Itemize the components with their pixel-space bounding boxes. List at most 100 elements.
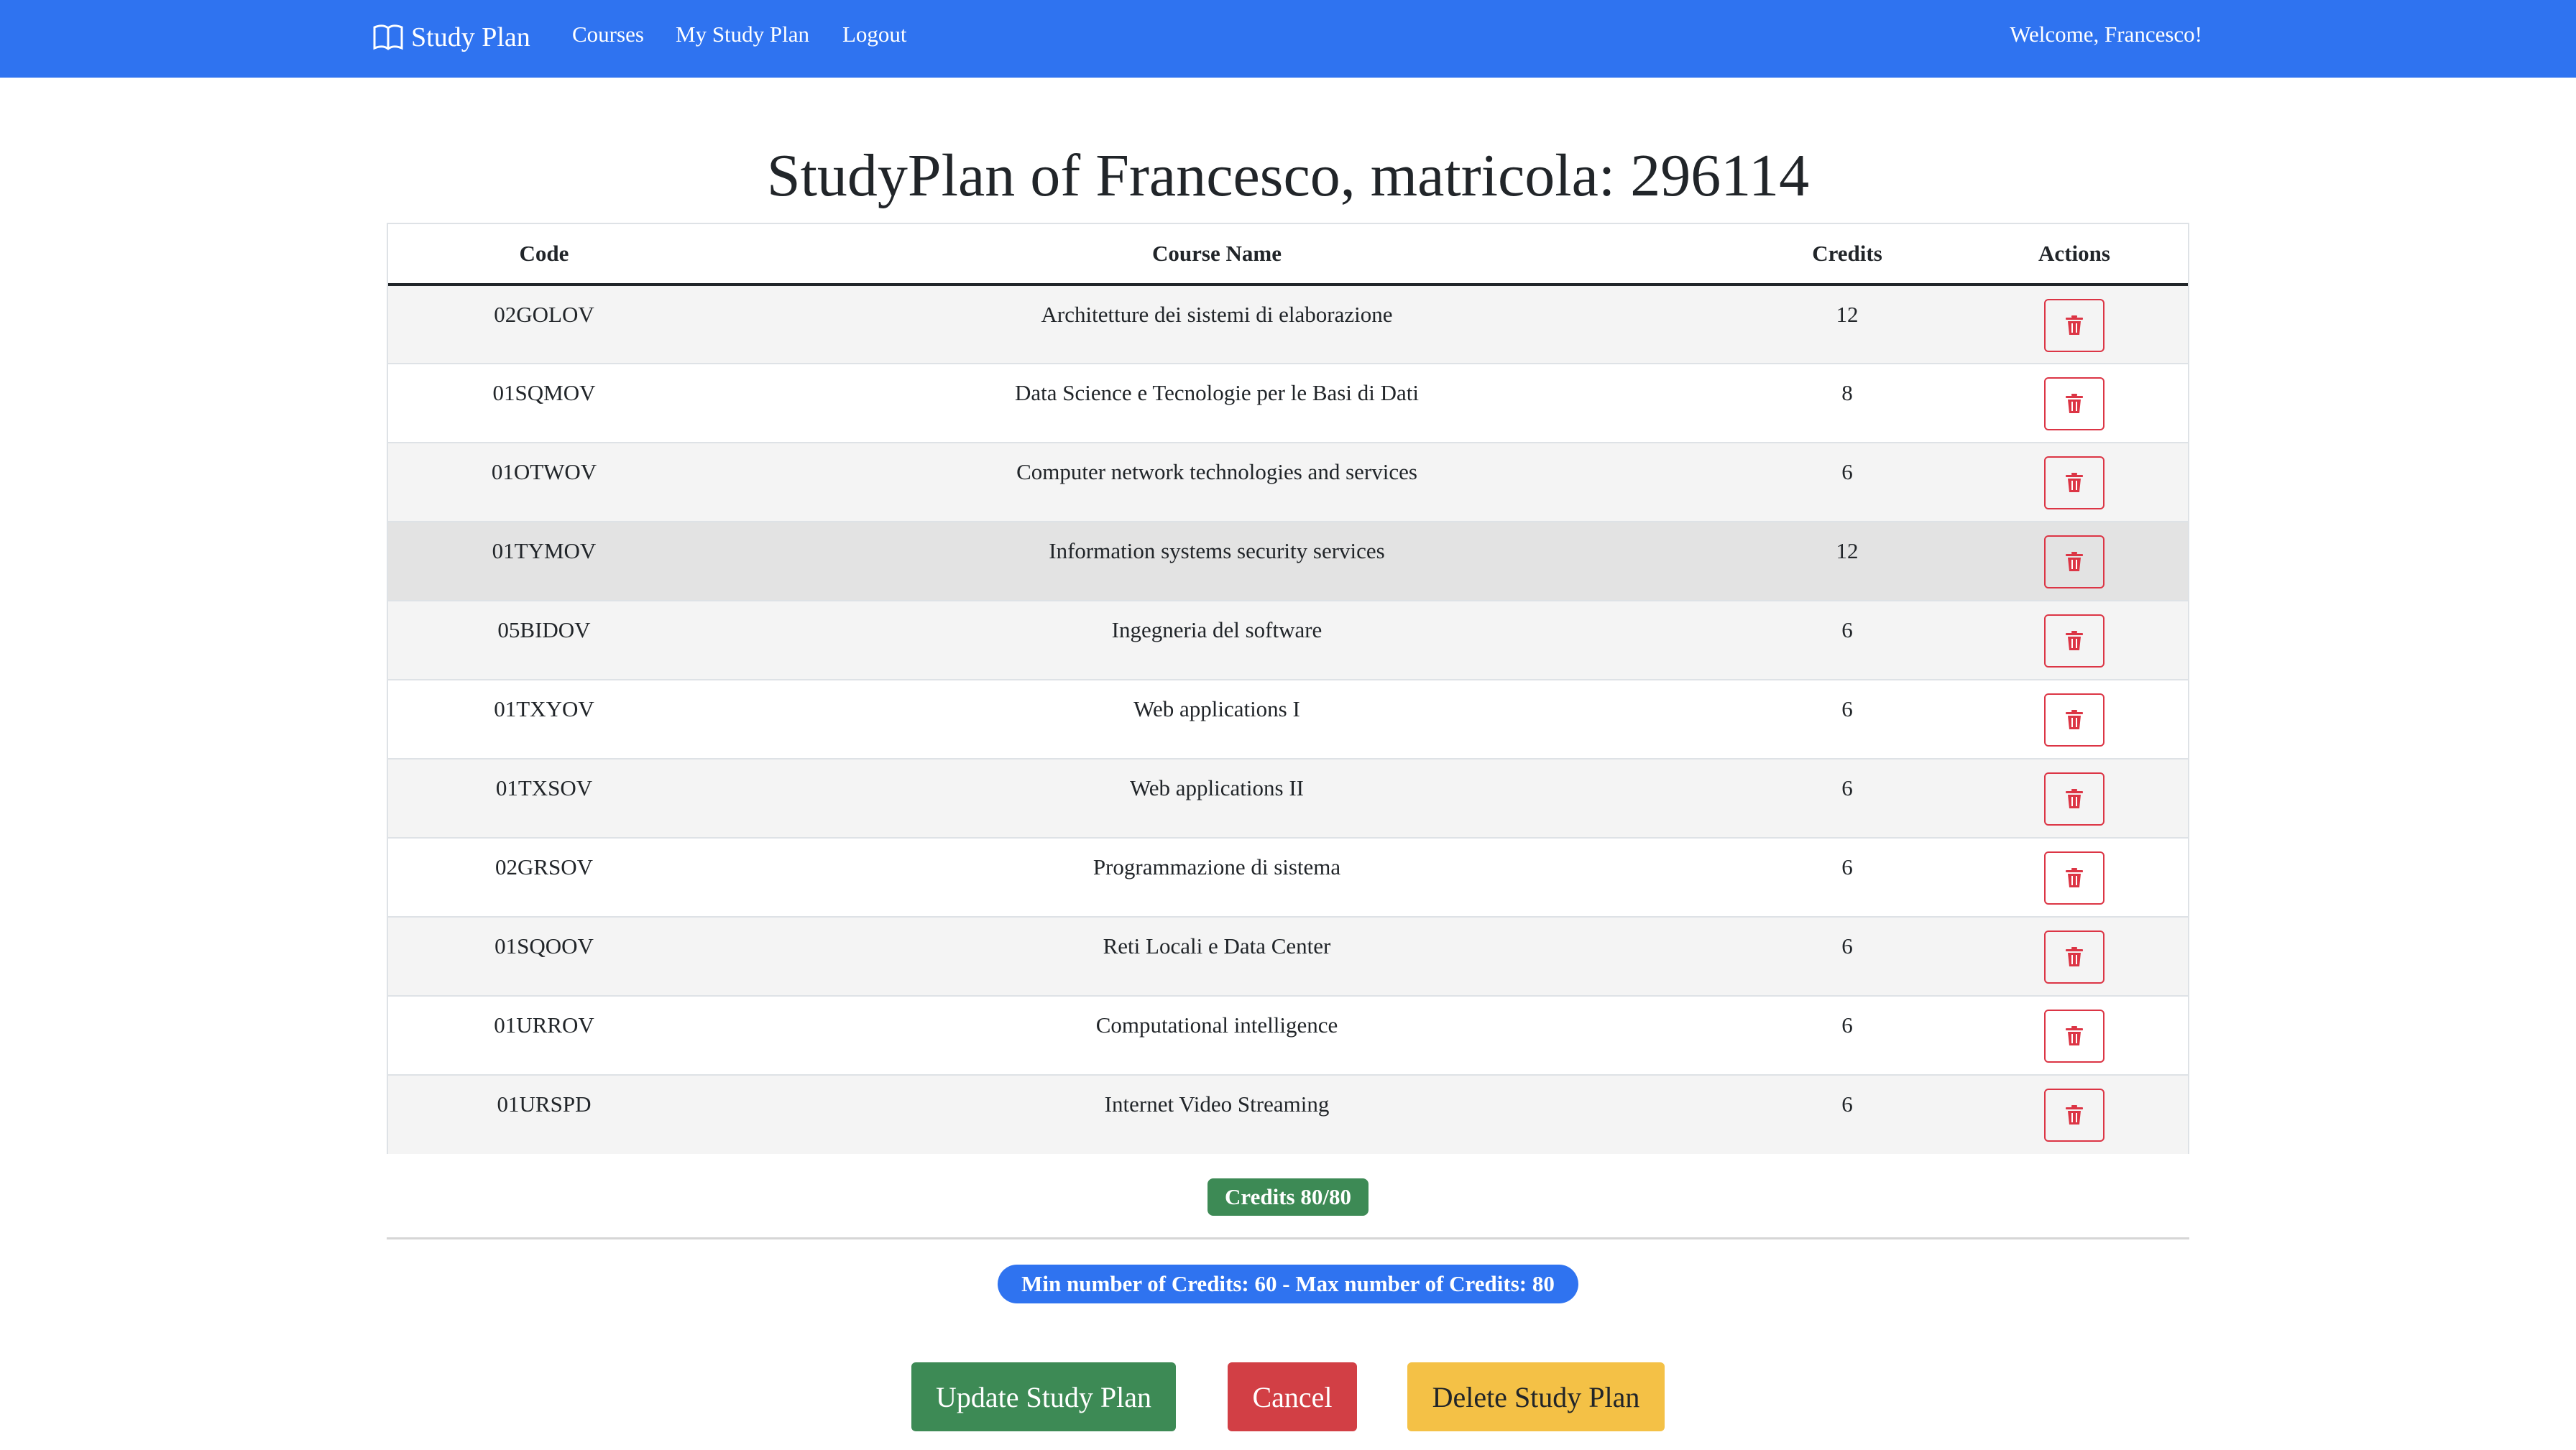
cell-code: 01SQOOV — [388, 917, 700, 997]
cell-actions — [1961, 759, 2188, 839]
navbar: Study Plan Courses My Study Plan Logout … — [0, 0, 2576, 78]
cell-code: 01SQMOV — [388, 364, 700, 443]
cell-code: 02GOLOV — [388, 285, 700, 364]
update-study-plan-button[interactable]: Update Study Plan — [911, 1362, 1176, 1431]
cell-course-name: Architetture dei sistemi di elaborazione — [700, 285, 1734, 364]
trash-icon — [2066, 552, 2083, 571]
delete-course-button[interactable] — [2044, 851, 2104, 905]
delete-course-button[interactable] — [2044, 535, 2104, 588]
delete-course-button[interactable] — [2044, 772, 2104, 826]
delete-course-button[interactable] — [2044, 693, 2104, 747]
trash-icon — [2066, 315, 2083, 335]
cell-actions — [1961, 838, 2188, 918]
header-actions: Actions — [1961, 224, 2188, 286]
cell-code: 05BIDOV — [388, 601, 700, 680]
cancel-button[interactable]: Cancel — [1228, 1362, 1357, 1431]
delete-course-button[interactable] — [2044, 456, 2104, 509]
cell-credits: 8 — [1734, 364, 1961, 443]
nav-link-courses[interactable]: Courses — [572, 20, 644, 49]
table-row: 01URROV Computational intelligence 6 — [388, 996, 2188, 1076]
cell-course-name: Web applications II — [700, 759, 1734, 839]
cell-course-name: Web applications I — [700, 680, 1734, 759]
table-row: 01OTWOV Computer network technologies and… — [388, 443, 2188, 522]
courses-table: Code Course Name Credits Actions 02GOLOV… — [388, 224, 2188, 1154]
cell-code: 02GRSOV — [388, 838, 700, 918]
trash-icon — [2066, 631, 2083, 650]
cell-course-name: Reti Locali e Data Center — [700, 917, 1734, 997]
cell-credits: 6 — [1734, 996, 1961, 1076]
cell-credits: 6 — [1734, 759, 1961, 839]
nav-link-logout[interactable]: Logout — [842, 20, 907, 49]
table-row: 01URSPD Internet Video Streaming 6 — [388, 1075, 2188, 1154]
table-row: 01SQMOV Data Science e Tecnologie per le … — [388, 364, 2188, 443]
cell-actions — [1961, 680, 2188, 759]
cell-actions — [1961, 443, 2188, 522]
navbar-brand[interactable]: Study Plan — [372, 17, 530, 57]
cell-actions — [1961, 601, 2188, 680]
table-row: 01TYMOV Information systems security serv… — [388, 522, 2188, 601]
cell-code: 01OTWOV — [388, 443, 700, 522]
page-title: StudyPlan of Francesco, matricola: 29611… — [766, 142, 1810, 209]
cell-credits: 6 — [1734, 838, 1961, 918]
cell-code: 01TXSOV — [388, 759, 700, 839]
header-course-name: Course Name — [700, 224, 1734, 286]
cell-course-name: Information systems security services — [700, 522, 1734, 601]
trash-icon — [2066, 868, 2083, 887]
cell-code: 01TXYOV — [388, 680, 700, 759]
book-icon — [373, 24, 403, 50]
cell-code: 01URROV — [388, 996, 700, 1076]
table-row: 02GRSOV Programmazione di sistema 6 — [388, 838, 2188, 918]
delete-course-button[interactable] — [2044, 299, 2104, 352]
cell-course-name: Internet Video Streaming — [1104, 1091, 1330, 1117]
cell-actions — [1961, 364, 2188, 443]
cell-actions — [1961, 522, 2188, 601]
trash-icon — [2066, 473, 2083, 492]
trash-icon — [2066, 1026, 2083, 1045]
delete-course-button[interactable] — [2044, 1010, 2104, 1063]
cell-credits: 6 — [1841, 1091, 1853, 1117]
trash-icon — [2066, 789, 2083, 808]
cell-actions — [1961, 996, 2188, 1076]
header-code: Code — [388, 224, 700, 286]
table-row: 02GOLOV Architetture dei sistemi di elabo… — [388, 285, 2188, 364]
trash-icon — [2066, 710, 2083, 729]
cell-course-name: Programmazione di sistema — [700, 838, 1734, 918]
study-plan-table: Code Course Name Credits Actions 02GOLOV… — [387, 223, 2189, 1154]
table-header-row: Code Course Name Credits Actions — [388, 224, 2188, 286]
trash-icon — [2066, 394, 2083, 413]
delete-course-button[interactable] — [2044, 1089, 2104, 1142]
divider — [387, 1237, 2189, 1239]
cell-credits: 6 — [1734, 917, 1961, 997]
table-body: 02GOLOV Architetture dei sistemi di elabo… — [388, 285, 2188, 1154]
table-row: 05BIDOV Ingegneria del software 6 — [388, 601, 2188, 680]
delete-study-plan-button[interactable]: Delete Study Plan — [1407, 1362, 1665, 1431]
welcome-text: Welcome, Francesco! — [2010, 22, 2202, 47]
delete-course-button[interactable] — [2044, 931, 2104, 984]
trash-icon — [2066, 947, 2083, 966]
cell-credits: 6 — [1734, 680, 1961, 759]
table-row: 01SQOOV Reti Locali e Data Center 6 — [388, 917, 2188, 997]
cell-credits: 6 — [1734, 443, 1961, 522]
nav-link-my-study-plan[interactable]: My Study Plan — [676, 20, 809, 49]
cell-credits: 12 — [1734, 522, 1961, 601]
table-row: 01TXSOV Web applications II 6 — [388, 759, 2188, 839]
cell-course-name: Data Science e Tecnologie per le Basi di… — [700, 364, 1734, 443]
credit-limits-badge: Min number of Credits: 60 - Max number o… — [998, 1265, 1578, 1303]
trash-icon — [2066, 1105, 2083, 1125]
cell-actions — [1961, 285, 2188, 364]
credits-badge: Credits 80/80 — [1208, 1178, 1368, 1216]
delete-course-button[interactable] — [2044, 614, 2104, 668]
header-credits: Credits — [1734, 224, 1961, 286]
cell-course-name: Computer network technologies and servic… — [700, 443, 1734, 522]
cell-actions — [1961, 917, 2188, 997]
cell-credits: 12 — [1734, 285, 1961, 364]
cell-code: 01TYMOV — [388, 522, 700, 601]
cell-actions — [1961, 1075, 2188, 1154]
brand-label: Study Plan — [411, 22, 530, 52]
cell-course-name: Ingegneria del software — [700, 601, 1734, 680]
delete-course-button[interactable] — [2044, 377, 2104, 430]
table-row: 01TXYOV Web applications I6 — [388, 680, 2188, 759]
cell-course-name: Computational intelligence — [700, 996, 1734, 1076]
cell-code: 01URSPD — [497, 1091, 592, 1117]
cell-credits: 6 — [1734, 601, 1961, 680]
